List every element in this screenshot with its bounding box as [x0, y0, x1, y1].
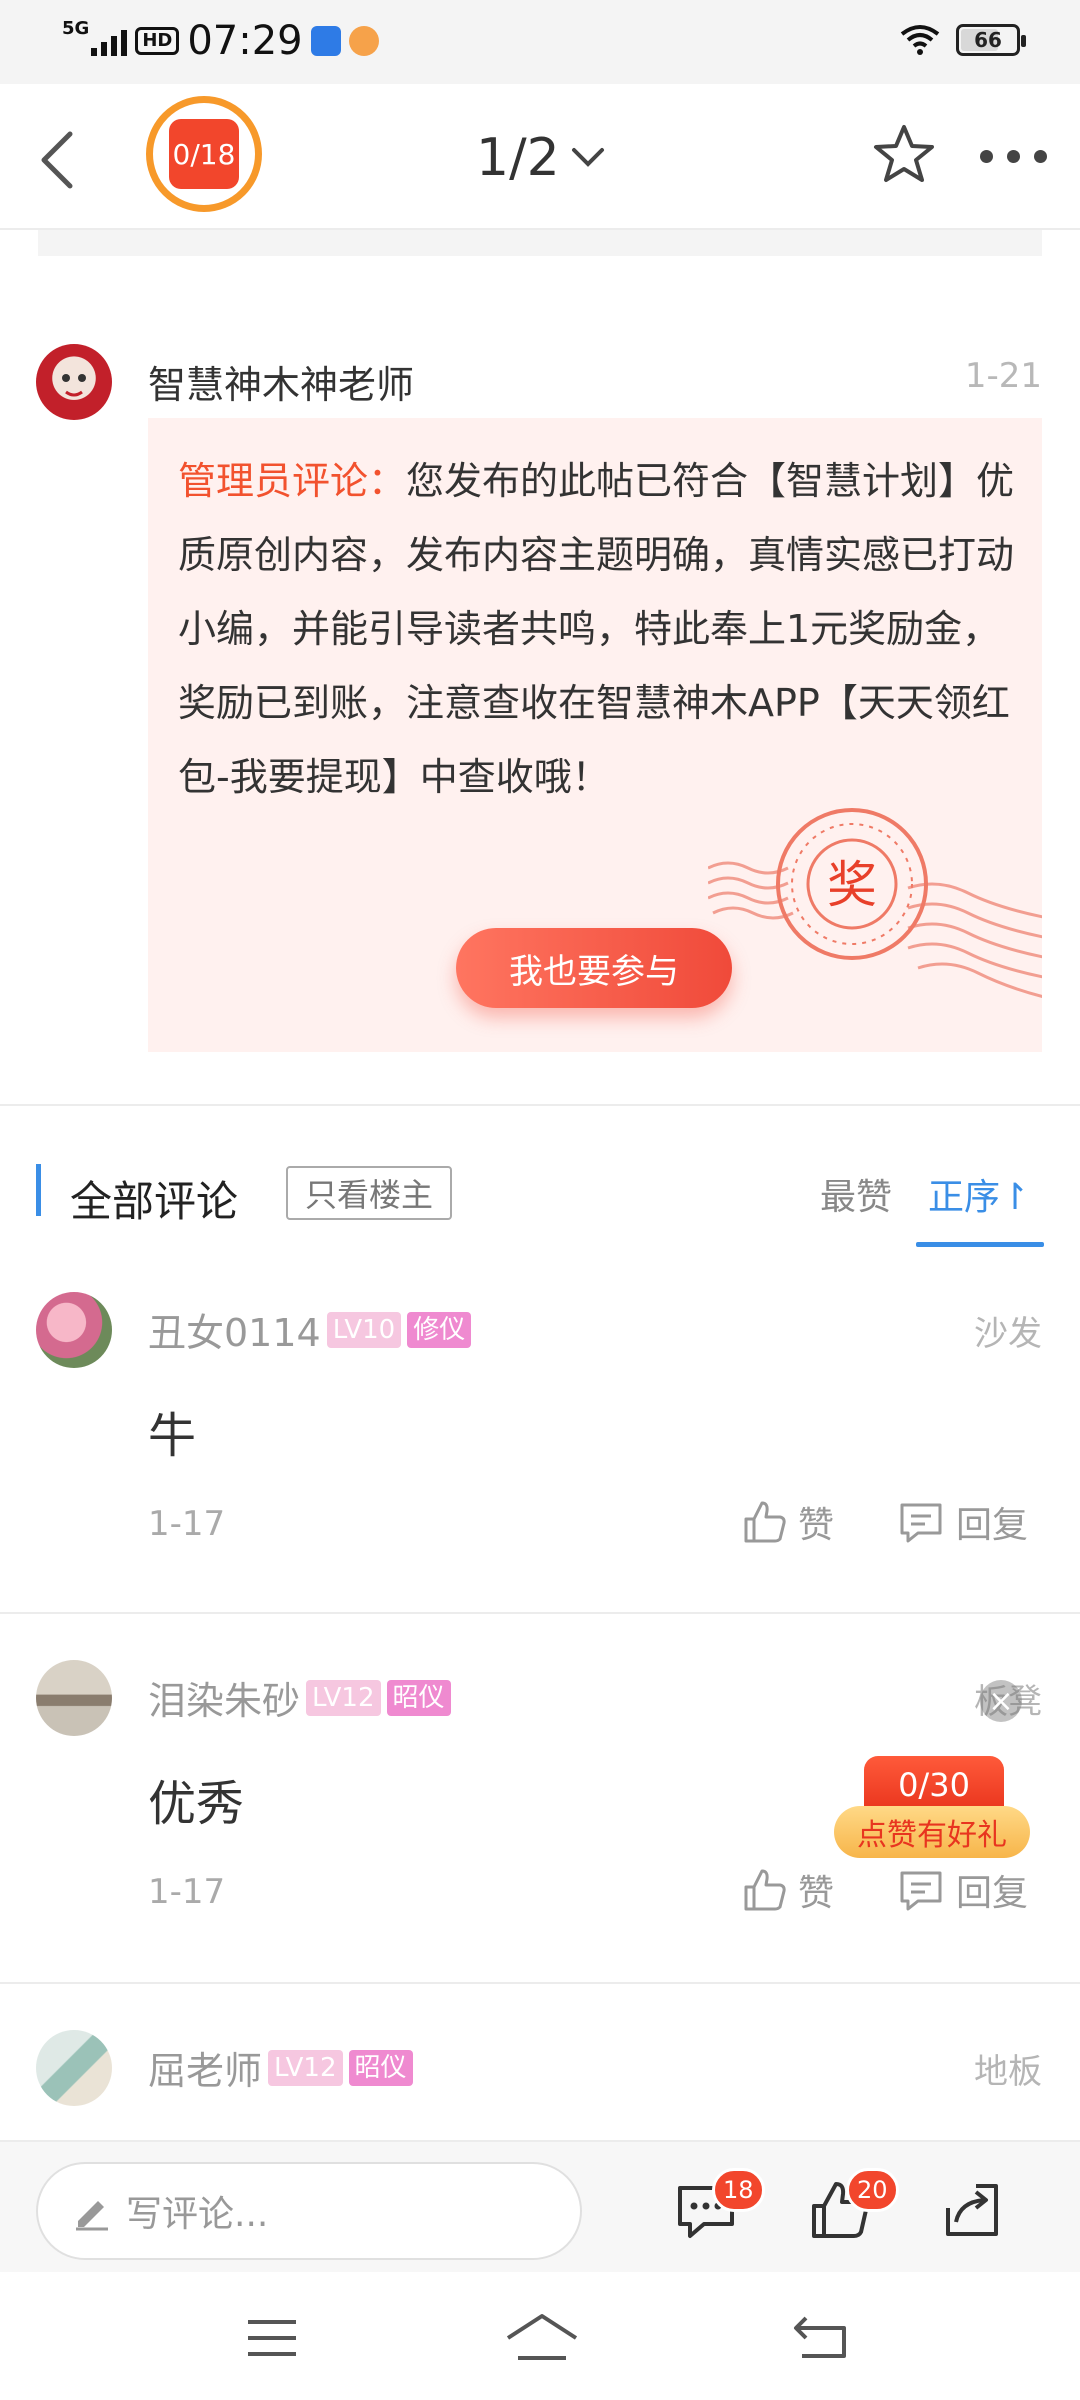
- bottom-action-bar: 写评论... 18 20: [0, 2140, 1080, 2272]
- thumbs-up-icon: [744, 1501, 786, 1543]
- app-notification-icon: [310, 26, 341, 56]
- wifi-icon: [900, 25, 940, 55]
- rank-badge: 昭仪: [348, 2049, 413, 2086]
- write-comment-input[interactable]: 写评论...: [36, 2162, 582, 2260]
- comments-header: 全部评论 只看楼主 最赞 正序↾: [0, 1150, 1080, 1250]
- page-indicator-text: 1/2: [476, 128, 560, 188]
- like-count-badge: 20: [846, 2168, 899, 2212]
- admin-comment-card: 管理员评论：您发布的此帖已符合【智慧计划】优质原创内容，发布内容主题明确，真情实…: [148, 418, 1042, 1052]
- close-icon[interactable]: ×: [980, 1680, 1022, 1722]
- comment-author[interactable]: 泪染朱砂 LV12 昭仪: [148, 1670, 451, 1725]
- back-arrow-icon[interactable]: [30, 120, 90, 200]
- divider: [0, 1104, 1080, 1106]
- avatar[interactable]: [36, 2030, 112, 2106]
- like-button[interactable]: 赞: [742, 1496, 834, 1548]
- only-host-button[interactable]: 只看楼主: [286, 1166, 452, 1220]
- floor-label: 沙发: [974, 1314, 1042, 1354]
- menu-icon[interactable]: [244, 2318, 300, 2358]
- avatar[interactable]: [36, 344, 112, 420]
- level-badge: LV12: [268, 2049, 343, 2086]
- page-indicator[interactable]: 1/2: [476, 128, 606, 188]
- write-comment-placeholder: 写评论...: [126, 2194, 269, 2235]
- join-button[interactable]: 我也要参与: [456, 928, 732, 1008]
- promo-label[interactable]: 点赞有好礼: [834, 1806, 1030, 1858]
- status-bar: 5G HD 07:29 66: [0, 0, 1080, 84]
- comment-text: 牛: [148, 1408, 197, 1464]
- sort-order-tab[interactable]: 正序↾: [928, 1168, 1030, 1220]
- comment-date: 1-17: [148, 1872, 226, 1912]
- floor-label: 地板: [974, 2052, 1042, 2092]
- admin-comment: 管理员评论：您发布的此帖已符合【智慧计划】优质原创内容，发布内容主题明确，真情实…: [178, 444, 1018, 814]
- reward-stamp-icon: 奖: [708, 808, 1042, 998]
- like-gift-promo[interactable]: × 0/30 点赞有好礼: [834, 1680, 1034, 1860]
- reply-button[interactable]: 回复: [898, 1864, 1028, 1916]
- post-date: 1-21: [964, 356, 1042, 396]
- star-icon[interactable]: [872, 122, 936, 186]
- post-author-name[interactable]: 智慧神木神老师: [148, 354, 414, 409]
- like-button[interactable]: 赞: [742, 1864, 834, 1916]
- chevron-down-icon: [571, 148, 604, 167]
- comment-date: 1-17: [148, 1504, 226, 1544]
- avatar[interactable]: [36, 1660, 112, 1736]
- battery-icon: 66: [956, 24, 1026, 56]
- thumbs-up-icon: [744, 1869, 786, 1911]
- task-progress-count: 0/18: [169, 119, 239, 189]
- hd-icon: HD: [135, 27, 180, 55]
- share-icon[interactable]: [940, 2178, 1004, 2242]
- reply-button[interactable]: 回复: [898, 1496, 1028, 1548]
- divider: [0, 1612, 1080, 1614]
- status-right: 66: [900, 24, 1026, 56]
- signal-icon: [91, 26, 128, 56]
- content-top-strip: [38, 230, 1042, 256]
- level-badge: LV12: [306, 1679, 381, 1716]
- network-type: 5G: [62, 18, 90, 39]
- back-nav-icon[interactable]: [792, 2314, 852, 2360]
- game-notification-icon: [348, 26, 379, 56]
- avatar[interactable]: [36, 1292, 112, 1368]
- stamp-char: 奖: [827, 856, 877, 914]
- more-icon[interactable]: [980, 150, 1047, 163]
- clock: 07:29: [187, 18, 303, 64]
- comment-author[interactable]: 丑女0114 LV10 修仪: [148, 1302, 472, 1357]
- divider: [0, 1982, 1080, 1984]
- comment-count-badge: 18: [712, 2168, 765, 2212]
- system-navigation-bar: [0, 2272, 1080, 2400]
- active-tab-indicator: [916, 1242, 1044, 1247]
- top-bar: 0/18 1/2: [0, 84, 1080, 230]
- home-icon[interactable]: [504, 2312, 580, 2362]
- rank-badge: 修仪: [407, 1311, 472, 1348]
- sort-hot-tab[interactable]: 最赞: [820, 1168, 892, 1220]
- comment-author[interactable]: 屈老师 LV12 昭仪: [148, 2040, 413, 2095]
- admin-comment-text: 您发布的此帖已符合【智慧计划】优质原创内容，发布内容主题明确，真情实感已打动小编…: [178, 459, 1015, 799]
- reply-icon: [900, 1503, 942, 1543]
- comment-text: 优秀: [148, 1776, 245, 1832]
- admin-label: 管理员评论：: [178, 459, 407, 503]
- section-accent-bar: [36, 1164, 41, 1216]
- comments-title: 全部评论: [70, 1177, 239, 1226]
- status-left: 5G HD 07:29: [62, 18, 379, 64]
- level-badge: LV10: [326, 1311, 402, 1348]
- task-progress-badge[interactable]: 0/18: [146, 96, 262, 212]
- pencil-icon: [76, 2201, 108, 2231]
- rank-badge: 昭仪: [386, 1679, 451, 1716]
- reply-icon: [900, 1871, 942, 1911]
